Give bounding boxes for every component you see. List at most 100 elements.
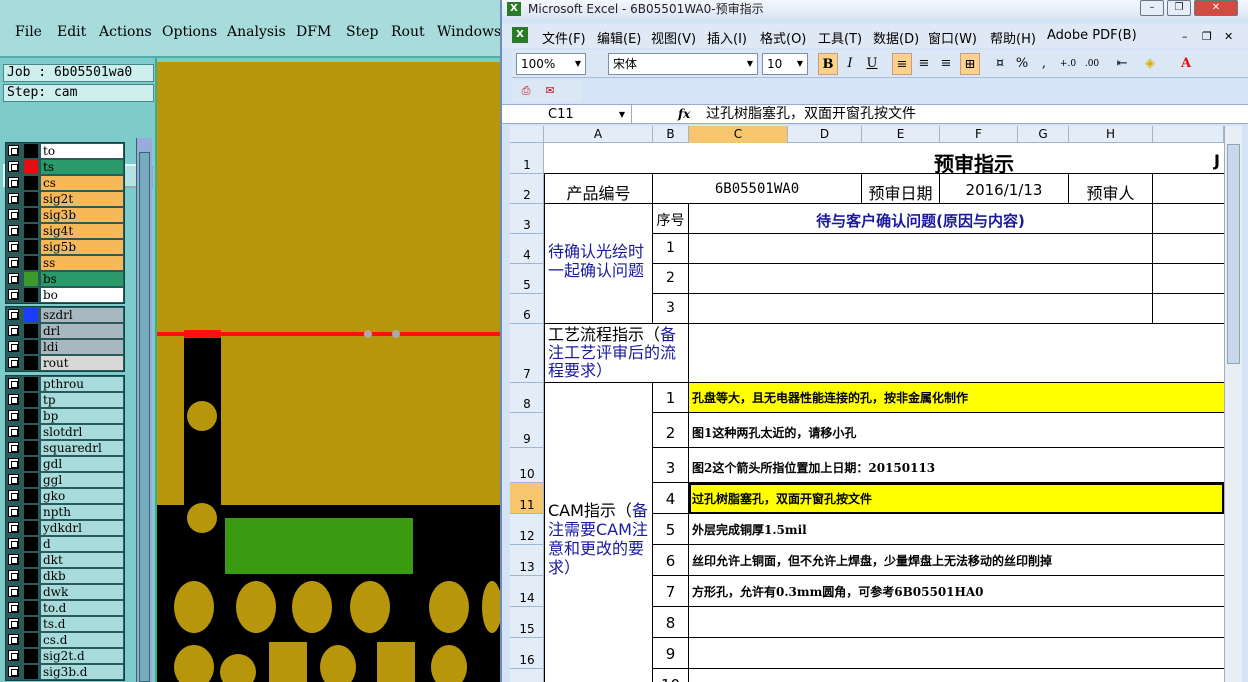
layer-checkbox[interactable] [8,554,19,565]
cam-instruction-cell[interactable]: 丝印允许上铜面，但不允许上焊盘，少量焊盘上无法移动的丝印削掉 [689,545,1224,576]
layer-name[interactable]: gko [41,489,123,503]
cam-instruction-cell[interactable]: 图2这个箭头所指位置加上日期：20150113 [689,448,1224,483]
product-label-cell[interactable]: 产品编号 [544,174,653,204]
layer-row[interactable]: pthrou [6,376,124,392]
layer-checkbox[interactable] [8,426,19,437]
row-header[interactable]: 1 [510,143,544,174]
currency-icon[interactable]: ¤ [990,53,1010,75]
layer-name[interactable]: dkb [41,569,123,583]
row-header[interactable]: 11 [510,483,544,514]
row-header[interactable]: 9 [510,413,544,448]
column-header[interactable]: G [1018,126,1069,143]
menu-tools[interactable]: 工具(T) [818,28,862,47]
column-header[interactable]: H [1069,126,1153,143]
cam-seq-cell[interactable]: 1 [653,383,689,413]
layer-row[interactable]: d [6,536,124,552]
layer-checkbox[interactable] [8,177,19,188]
layer-name[interactable]: sig3b [41,208,123,222]
issues-header-cell[interactable]: 待与客户确认问题(原因与内容) [689,204,1153,234]
layer-row[interactable]: dkb [6,568,124,584]
menu-file[interactable]: 文件(F) [542,28,586,47]
row-header[interactable]: 14 [510,576,544,607]
name-box[interactable]: C11 ▼ [512,105,632,124]
date-label-cell[interactable]: 预审日期 [862,174,940,204]
row-header[interactable]: 5 [510,264,544,294]
layer-name[interactable]: dwk [41,585,123,599]
layer-row[interactable]: cs [6,175,124,191]
layer-checkbox[interactable] [8,474,19,485]
layer-row[interactable]: sig3b [6,207,124,223]
cam-seq-cell[interactable]: 8 [653,607,689,638]
layer-name[interactable]: gdl [41,457,123,471]
column-header[interactable] [1153,126,1224,143]
layer-checkbox[interactable] [8,289,19,300]
column-header[interactable]: B [653,126,689,143]
workbook-icon[interactable]: X [512,27,528,43]
layer-checkbox[interactable] [8,618,19,629]
layer-checkbox[interactable] [8,193,19,204]
row-header[interactable]: 13 [510,545,544,576]
cam-seq-cell[interactable]: 5 [653,514,689,545]
row-header[interactable]: 10 [510,448,544,483]
row-header[interactable]: 4 [510,234,544,264]
confirm-seq-cell[interactable]: 1 [653,234,689,264]
menu-view[interactable]: 视图(V) [651,28,696,47]
restore-button[interactable]: ❐ [1167,0,1191,16]
layer-row[interactable]: sig4t [6,223,124,239]
layer-checkbox[interactable] [8,225,19,236]
cam-label-cell[interactable]: CAM指示（备注需要CAM注意和更改的要求） [544,383,653,682]
layer-name[interactable]: ggl [41,473,123,487]
menu-adobe-pdf[interactable]: Adobe PDF(B) [1047,28,1137,43]
column-header[interactable]: A [544,126,653,143]
fill-color-icon[interactable]: ◈ [1140,53,1160,75]
cam-graphic-canvas[interactable] [157,62,500,682]
doc-minimize-icon[interactable]: – [1182,30,1188,43]
menu-format[interactable]: 格式(O) [760,28,806,47]
menu-data[interactable]: 数据(D) [873,28,919,47]
layer-row[interactable]: to.d [6,600,124,616]
align-right-icon[interactable]: ≡ [936,53,956,75]
layer-checkbox[interactable] [8,161,19,172]
layer-row[interactable]: ldi [6,339,124,355]
layer-row[interactable]: dwk [6,584,124,600]
underline-button[interactable]: U [862,53,882,75]
layer-name[interactable]: tp [41,393,123,407]
confirm-header-cell[interactable]: 待确认光绘时一起确认问题 [544,204,653,324]
menu-analysis[interactable]: Analysis [227,24,286,40]
cam-instruction-cell[interactable]: 图1这种两孔太近的，请移小孔 [689,413,1224,448]
cam-seq-cell[interactable]: 10 [653,669,689,682]
layer-name[interactable]: sig3b.d [41,665,123,679]
row-header[interactable]: 6 [510,294,544,324]
layer-name[interactable]: drl [41,324,123,338]
blank-cell[interactable] [1153,264,1224,294]
row-header[interactable]: 15 [510,607,544,638]
worksheet-grid[interactable]: ABCDEFGH 1234567891011121314151617 预审指示 … [510,126,1224,682]
formula-input[interactable]: 过孔树脂塞孔，双面开窗孔按文件 [706,105,916,124]
menu-dfm[interactable]: DFM [296,24,331,40]
cam-seq-cell[interactable]: 2 [653,413,689,448]
layer-name[interactable]: dkt [41,553,123,567]
layer-name[interactable]: pthrou [41,377,123,391]
column-header[interactable]: F [940,126,1018,143]
confirm-seq-cell[interactable]: 2 [653,264,689,294]
font-size-combo[interactable]: 10 ▼ [762,53,808,75]
row-header[interactable]: 17 [510,669,544,682]
layer-row[interactable]: sig5b [6,239,124,255]
layer-checkbox[interactable] [8,522,19,533]
layer-row[interactable]: tp [6,392,124,408]
comma-style-icon[interactable]: , [1034,53,1054,75]
column-header[interactable]: D [788,126,862,143]
menu-windows[interactable]: Windows [437,24,501,40]
row-header[interactable]: 16 [510,638,544,669]
cam-instruction-cell[interactable]: 外层完成铜厚1.5mil [689,514,1224,545]
layer-name[interactable]: ss [41,256,123,270]
increase-decimal-icon[interactable]: +.0 [1058,53,1078,75]
layer-row[interactable]: ggl [6,472,124,488]
layer-row[interactable]: bo [6,287,124,303]
layer-scrollbar[interactable] [136,138,152,682]
layer-checkbox[interactable] [8,666,19,677]
align-center-icon[interactable]: ≡ [914,53,934,75]
layer-row[interactable]: drl [6,323,124,339]
layer-checkbox[interactable] [8,209,19,220]
layer-name[interactable]: sig4t [41,224,123,238]
